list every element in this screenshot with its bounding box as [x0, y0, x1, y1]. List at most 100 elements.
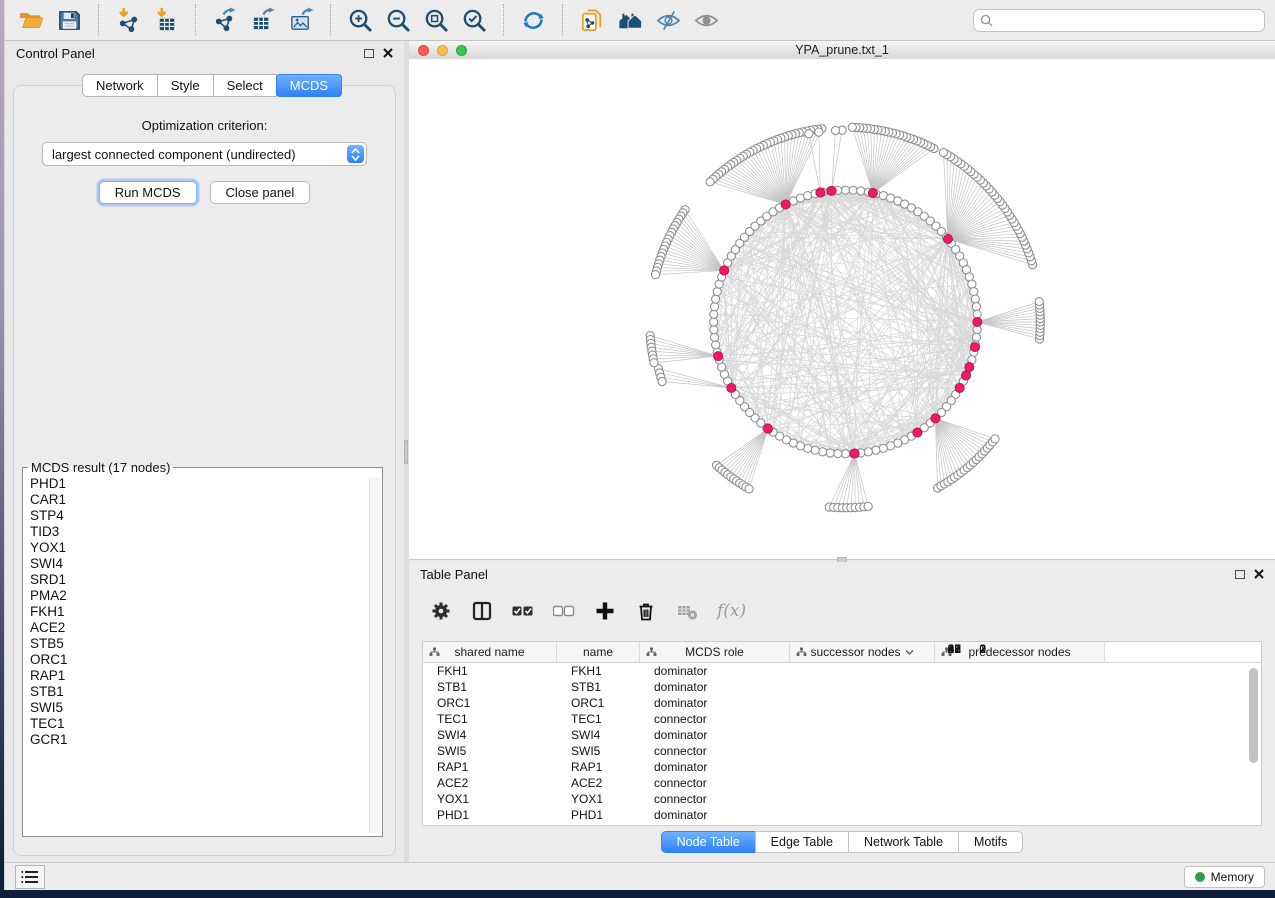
run-mcds-button[interactable]: Run MCDS	[99, 181, 197, 204]
network-node[interactable]	[1035, 298, 1043, 306]
network-node[interactable]	[848, 123, 856, 131]
network-node[interactable]	[658, 377, 666, 385]
network-node[interactable]	[970, 288, 978, 296]
mcds-result-item[interactable]: STB5	[30, 636, 382, 652]
table-scrollbar[interactable]	[1248, 664, 1259, 823]
mcds-hub-node[interactable]	[763, 424, 772, 433]
tab-select[interactable]: Select	[213, 74, 277, 97]
mcds-result-item[interactable]: GCR1	[30, 732, 382, 748]
network-node[interactable]	[849, 186, 857, 194]
memory-button[interactable]: Memory	[1184, 866, 1265, 888]
mcds-hub-node[interactable]	[913, 428, 922, 437]
network-node[interactable]	[712, 295, 720, 303]
tab-motifs[interactable]: Motifs	[958, 831, 1023, 853]
tab-edge-table[interactable]: Edge Table	[755, 831, 849, 853]
mcds-hub-node[interactable]	[970, 343, 979, 352]
mcds-hub-node[interactable]	[720, 266, 729, 275]
network-node[interactable]	[841, 450, 849, 458]
network-node[interactable]	[864, 502, 872, 510]
network-node[interactable]	[841, 186, 849, 194]
save-icon[interactable]	[53, 4, 86, 37]
network-canvas[interactable]	[409, 59, 1275, 559]
tab-style[interactable]: Style	[157, 74, 214, 97]
network-node[interactable]	[650, 359, 658, 367]
network-node[interactable]	[972, 333, 980, 341]
column-header-shared-name[interactable]: shared name	[423, 642, 557, 662]
network-node[interactable]	[819, 448, 827, 456]
criterion-select[interactable]: largest connected component (undirected)	[42, 142, 367, 166]
network-node[interactable]	[879, 444, 887, 452]
network-node[interactable]	[805, 130, 813, 138]
column-header-mcds-role[interactable]: MCDS role	[640, 642, 790, 662]
show-eye-icon[interactable]	[690, 4, 723, 37]
mcds-hub-node[interactable]	[827, 186, 836, 195]
tab-mcds[interactable]: MCDS	[276, 74, 342, 97]
import-network-icon[interactable]	[112, 4, 145, 37]
mcds-result-item[interactable]: STB1	[30, 684, 382, 700]
network-node[interactable]	[968, 280, 976, 288]
gear-icon[interactable]	[430, 600, 452, 622]
mcds-hub-node[interactable]	[955, 383, 964, 392]
mcds-hub-node[interactable]	[727, 383, 736, 392]
mcds-result-item[interactable]: YOX1	[30, 540, 382, 556]
hide-eye-icon[interactable]	[652, 4, 685, 37]
mcds-result-item[interactable]: RAP1	[30, 668, 382, 684]
table-row[interactable]: PHD1PHD1dominator180	[423, 807, 1261, 823]
mcds-result-item[interactable]: ORC1	[30, 652, 382, 668]
export-image-icon[interactable]	[285, 4, 318, 37]
mcds-result-item[interactable]: SWI4	[30, 556, 382, 572]
network-view[interactable]	[409, 59, 1275, 559]
mcds-hub-node[interactable]	[973, 317, 982, 326]
mcds-result-item[interactable]: ACE2	[30, 620, 382, 636]
mcds-hub-node[interactable]	[816, 188, 825, 197]
network-node[interactable]	[971, 295, 979, 303]
network-node[interactable]	[864, 448, 872, 456]
network-node[interactable]	[745, 485, 753, 493]
mcds-list-scrollbar[interactable]	[369, 478, 380, 833]
network-node[interactable]	[804, 192, 812, 200]
network-node[interactable]	[811, 446, 819, 454]
mcds-result-item[interactable]: PHD1	[30, 476, 382, 492]
choose-columns-icon[interactable]	[471, 600, 493, 622]
close-panel-icon[interactable]	[383, 48, 393, 58]
export-table-icon[interactable]	[247, 4, 280, 37]
mcds-result-item[interactable]: SRD1	[30, 572, 382, 588]
add-icon[interactable]	[594, 600, 616, 622]
import-table-icon[interactable]	[150, 4, 183, 37]
mcds-result-item[interactable]: CAR1	[30, 492, 382, 508]
mcds-hub-node[interactable]	[850, 449, 859, 458]
close-table-panel-icon[interactable]	[1254, 569, 1264, 579]
network-node[interactable]	[857, 187, 865, 195]
network-node[interactable]	[651, 271, 659, 279]
network-node[interactable]	[712, 341, 720, 349]
mcds-hub-node[interactable]	[965, 363, 974, 372]
clone-network-icon[interactable]	[576, 4, 609, 37]
splitter-grip[interactable]	[404, 440, 408, 464]
network-node[interactable]	[831, 126, 839, 134]
network-node[interactable]	[834, 450, 842, 458]
close-panel-button[interactable]: Close panel	[210, 181, 311, 204]
network-node[interactable]	[713, 288, 721, 296]
zoom-in-icon[interactable]	[344, 4, 377, 37]
network-node[interactable]	[710, 310, 718, 318]
mcds-hub-node[interactable]	[931, 414, 940, 423]
network-node[interactable]	[710, 318, 718, 326]
zoom-fit-icon[interactable]	[420, 4, 453, 37]
float-table-panel-icon[interactable]	[1235, 570, 1245, 579]
open-folder-icon[interactable]	[15, 4, 48, 37]
zoom-out-icon[interactable]	[382, 4, 415, 37]
zoom-selected-icon[interactable]	[458, 4, 491, 37]
float-panel-icon[interactable]	[364, 49, 374, 58]
network-node[interactable]	[710, 333, 718, 341]
mcds-result-item[interactable]: TID3	[30, 524, 382, 540]
mcds-hub-node[interactable]	[943, 234, 952, 243]
deselect-all-icon[interactable]	[553, 600, 575, 622]
network-node[interactable]	[710, 326, 718, 334]
mcds-result-item[interactable]: FKH1	[30, 604, 382, 620]
mcds-result-item[interactable]: TEC1	[30, 716, 382, 732]
network-node[interactable]	[710, 303, 718, 311]
mcds-hub-node[interactable]	[961, 371, 970, 380]
mcds-hub-node[interactable]	[868, 189, 877, 198]
network-node[interactable]	[991, 435, 999, 443]
tab-network[interactable]: Network	[82, 74, 158, 97]
